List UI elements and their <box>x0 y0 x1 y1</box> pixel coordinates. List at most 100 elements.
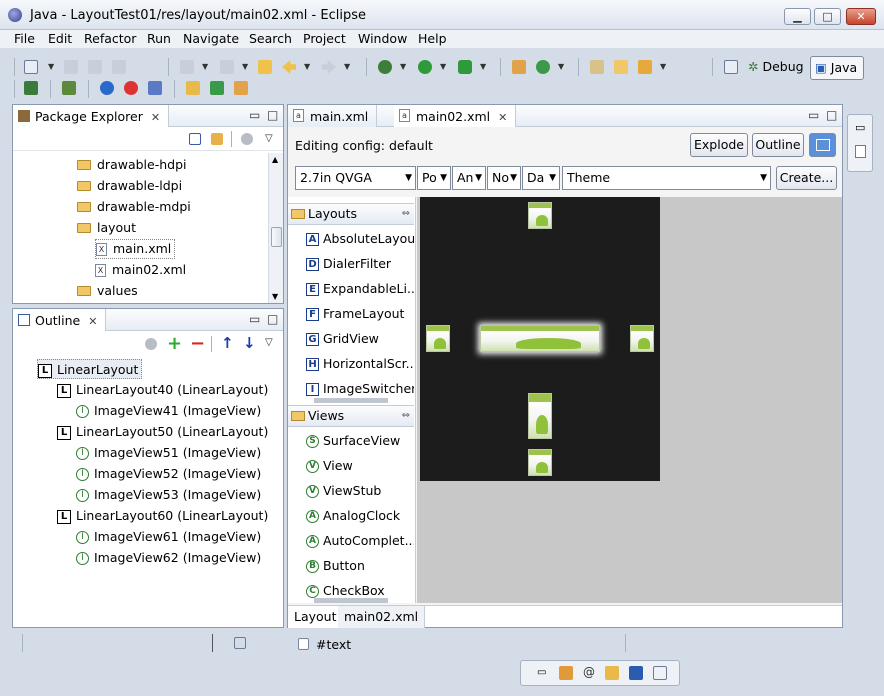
tab-outline[interactable]: Outline ✕ <box>13 309 107 331</box>
minimize-icon[interactable]: ▭ <box>249 312 260 326</box>
tab-package-explorer[interactable]: Package Explorer ✕ <box>13 105 170 127</box>
console-icon[interactable] <box>629 666 643 680</box>
minimize-button[interactable]: ▁ <box>784 8 811 25</box>
tree-item-drawable-mdpi[interactable]: drawable-mdpi <box>77 197 191 217</box>
collapse-all-icon[interactable] <box>189 133 201 145</box>
palette-scroll-indicator[interactable] <box>314 598 388 603</box>
next-annotation-icon[interactable] <box>180 60 194 74</box>
outline-item[interactable]: I ImageView51 (ImageView) <box>76 443 261 463</box>
tree-item-main-xml[interactable]: Xmain.xml <box>95 239 176 259</box>
save-icon[interactable] <box>64 60 78 74</box>
imageview-53[interactable] <box>630 325 654 352</box>
tab-xml-source[interactable]: main02.xml <box>338 606 426 628</box>
palette-item-absolutelayout[interactable]: A AbsoluteLayout <box>306 226 414 251</box>
open-folder-icon[interactable] <box>614 60 628 74</box>
toggle-view-button[interactable] <box>809 133 836 157</box>
imageview-62[interactable] <box>528 449 552 476</box>
tree-item-drawable-hdpi[interactable]: drawable-hdpi <box>77 155 187 175</box>
search-icon[interactable] <box>638 60 652 74</box>
tab-layout[interactable]: Layout <box>288 606 344 628</box>
google-icon[interactable] <box>100 81 114 95</box>
dock-combo[interactable]: Da ▼ <box>522 166 560 190</box>
device-screen[interactable] <box>420 197 660 481</box>
outline-button[interactable]: Outline <box>752 133 804 157</box>
last-edit-icon[interactable] <box>258 60 272 74</box>
package-explorer-scrollbar[interactable]: ▲ ▼ <box>268 153 283 303</box>
tree-item-main02-xml[interactable]: Xmain02.xml <box>95 260 186 280</box>
outline-item[interactable]: L LinearLayout40 (LinearLayout) <box>57 380 268 400</box>
palette-item-view[interactable]: V View <box>306 453 414 478</box>
imageview-51[interactable] <box>426 325 450 352</box>
create-config-button[interactable]: Create... <box>776 166 837 190</box>
move-up-icon[interactable]: ↑ <box>221 334 234 352</box>
filter-icon[interactable] <box>241 133 253 145</box>
external-tools-icon[interactable] <box>458 60 472 74</box>
menu-window[interactable]: Window <box>358 31 407 46</box>
palette-views-header[interactable]: Views ⇔ <box>288 405 414 427</box>
imageview-61[interactable] <box>528 393 552 439</box>
tree-item-values[interactable]: values <box>77 281 138 301</box>
maximize-icon[interactable]: □ <box>826 108 837 122</box>
android-avd-icon[interactable] <box>62 81 76 95</box>
new-package-icon[interactable] <box>186 81 200 95</box>
palette-item-viewstub[interactable]: V ViewStub <box>306 478 414 503</box>
new-interface-icon[interactable] <box>234 81 248 95</box>
open-perspective-icon[interactable] <box>724 60 738 74</box>
maximize-icon[interactable]: □ <box>267 108 278 122</box>
declaration-icon[interactable] <box>605 666 619 680</box>
view-menu-icon[interactable]: ▽ <box>265 337 273 348</box>
collapse-icon[interactable]: ⇔ <box>402 406 410 426</box>
outline-item[interactable]: L LinearLayout50 (LinearLayout) <box>57 422 268 442</box>
device-combo[interactable]: 2.7in QVGA ▼ <box>295 166 416 190</box>
remove-icon[interactable]: − <box>190 333 205 354</box>
tree-item-layout[interactable]: layout <box>77 218 136 238</box>
close-button[interactable]: ✕ <box>846 8 876 25</box>
outline-item[interactable]: I ImageView62 (ImageView) <box>76 548 261 568</box>
menu-navigate[interactable]: Navigate <box>183 31 239 46</box>
outline-item[interactable]: I ImageView52 (ImageView) <box>76 464 261 484</box>
new-class-icon[interactable] <box>536 60 550 74</box>
imageview-41[interactable] <box>528 202 552 229</box>
palette-layouts-header[interactable]: Layouts ⇔ <box>288 203 414 225</box>
menu-edit[interactable]: Edit <box>48 31 72 46</box>
new-icon[interactable] <box>24 60 38 74</box>
perspective-java[interactable]: ▣ Java <box>810 56 865 80</box>
menu-file[interactable]: File <box>14 31 35 46</box>
outline-item[interactable]: I ImageView61 (ImageView) <box>76 527 261 547</box>
logcat-icon[interactable] <box>653 666 667 680</box>
menu-run[interactable]: Run <box>147 31 171 46</box>
palette-item-dialerfilter[interactable]: D DialerFilter <box>306 251 414 276</box>
close-tab-icon[interactable]: ✕ <box>498 111 507 124</box>
open-type-icon[interactable] <box>590 60 604 74</box>
night-mode-combo[interactable]: No ▼ <box>487 166 521 190</box>
problems-icon[interactable] <box>559 666 573 680</box>
close-tab-icon[interactable]: ✕ <box>88 315 97 328</box>
link-with-editor-icon[interactable] <box>211 133 223 145</box>
new-fast-view-icon[interactable] <box>234 637 246 649</box>
android-sdk-icon[interactable] <box>24 81 38 95</box>
tree-item-drawable-ldpi[interactable]: drawable-ldpi <box>77 176 182 196</box>
move-down-icon[interactable]: ↓ <box>243 334 256 352</box>
tab-main-xml[interactable]: a main.xml <box>288 105 378 127</box>
explode-button[interactable]: Explode <box>690 133 748 157</box>
print-icon[interactable] <box>112 60 126 74</box>
new-java-project-icon[interactable] <box>512 60 526 74</box>
view-menu-icon[interactable]: ▽ <box>265 133 273 144</box>
outline-item[interactable]: I ImageView41 (ImageView) <box>76 401 261 421</box>
save-all-icon[interactable] <box>88 60 102 74</box>
palette-item-expandablelistview[interactable]: E ExpandableLi... <box>306 276 414 301</box>
outline-item[interactable]: L LinearLayout <box>37 359 143 379</box>
palette-item-autocompletetextview[interactable]: A AutoComplet... <box>306 528 414 553</box>
outline-item[interactable]: L LinearLayout60 (LinearLayout) <box>57 506 268 526</box>
new-dropdown-icon[interactable]: ▼ <box>48 62 54 71</box>
debug-icon[interactable] <box>378 60 392 74</box>
minimize-icon[interactable]: ▭ <box>249 108 260 122</box>
run-icon[interactable] <box>418 60 432 74</box>
gwt-icon[interactable] <box>124 81 138 95</box>
palette-item-analogclock[interactable]: A AnalogClock <box>306 503 414 528</box>
menu-help[interactable]: Help <box>418 31 447 46</box>
add-icon[interactable]: + <box>167 333 182 354</box>
task-list-icon[interactable] <box>855 145 866 158</box>
filter-icon[interactable] <box>145 338 157 350</box>
palette-item-horizontalscrollview[interactable]: H HorizontalScr... <box>306 351 414 376</box>
